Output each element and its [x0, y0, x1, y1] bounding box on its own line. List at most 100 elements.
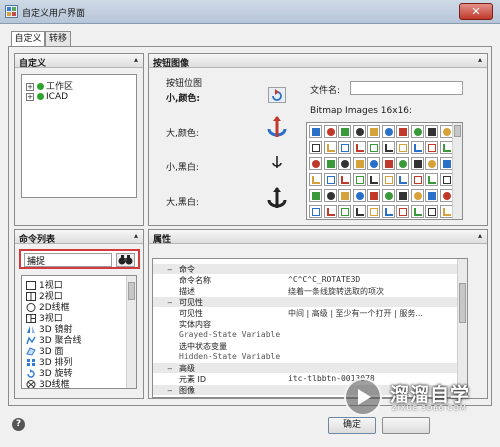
close-button[interactable]: ✕ [459, 3, 493, 20]
command-search-input[interactable] [24, 253, 112, 267]
property-row[interactable]: 命令名称 ^C^C^C_ROTATE3D [153, 275, 457, 285]
bitmap-thumbnail[interactable] [381, 141, 395, 154]
bitmap-thumbnail[interactable] [396, 189, 409, 202]
bitmap-thumbnail[interactable] [425, 205, 438, 218]
bitmap-thumbnail[interactable] [323, 189, 337, 202]
bitmap-thumbnail[interactable] [367, 157, 380, 170]
bitmap-thumbnail[interactable] [381, 189, 395, 202]
bitmap-thumbnail[interactable] [396, 125, 409, 138]
expand-icon[interactable]: + [26, 82, 34, 91]
collapse-icon[interactable]: − [167, 387, 173, 395]
list-item[interactable]: 3D 排列 [26, 355, 73, 368]
bitmap-thumbnail[interactable] [309, 205, 322, 218]
bitmap-thumbnail[interactable] [410, 173, 424, 186]
bitmap-thumbnail[interactable] [323, 125, 337, 138]
bitmap-thumbnail[interactable] [338, 157, 351, 170]
bitmap-thumbnail[interactable] [425, 141, 438, 154]
bitmap-thumbnail[interactable] [352, 173, 366, 186]
list-item[interactable]: 2视口 [26, 289, 63, 302]
list-item[interactable]: 2D线框 [26, 300, 70, 313]
list-item[interactable]: 3D线框 [26, 377, 70, 388]
bitmap-thumbnail[interactable] [410, 125, 424, 138]
collapse-icon[interactable]: − [167, 299, 173, 307]
collapse-icon[interactable]: − [167, 266, 173, 274]
search-button[interactable] [116, 253, 135, 267]
bitmap-grid-scrollbar[interactable] [452, 123, 462, 219]
category-command[interactable]: − 命令 [153, 264, 457, 274]
list-item[interactable]: 3D 面 [26, 344, 64, 357]
bitmap-thumbnail[interactable] [338, 141, 351, 154]
bitmap-thumbnail[interactable] [381, 157, 395, 170]
list-item[interactable]: 3D 聚合线 [26, 333, 82, 346]
bitmap-thumbnail[interactable] [309, 189, 322, 202]
bitmap-thumbnail[interactable] [352, 189, 366, 202]
command-list-scrollbar[interactable] [126, 276, 136, 388]
bitmap-thumbnail[interactable] [381, 125, 395, 138]
list-item[interactable]: 3D 旋转 [26, 366, 73, 379]
bitmap-thumbnail[interactable] [439, 205, 453, 218]
bitmap-thumbnail[interactable] [352, 141, 366, 154]
help-icon[interactable]: ? [12, 418, 25, 431]
bitmap-thumbnail[interactable] [338, 205, 351, 218]
scrollbar-thumb[interactable] [128, 282, 135, 300]
bitmap-thumbnail[interactable] [309, 125, 322, 138]
bitmap-thumbnail[interactable] [439, 173, 453, 186]
bitmap-thumbnail[interactable] [396, 205, 409, 218]
property-value[interactable]: 绕着一条线旋转选取的项次 [288, 286, 384, 297]
bitmap-thumbnail[interactable] [439, 141, 453, 154]
bitmap-thumbnail[interactable] [396, 157, 409, 170]
property-row[interactable]: 可见性 中间 | 高级 | 至少有一个打开 | 服务... [153, 308, 457, 318]
bitmap-thumbnail[interactable] [367, 125, 380, 138]
collapse-icon[interactable]: ▴ [478, 231, 482, 240]
bitmap-thumbnail[interactable] [338, 189, 351, 202]
bitmap-thumbnail[interactable] [425, 125, 438, 138]
small-color-preview[interactable] [268, 87, 286, 103]
bitmap-thumbnail[interactable] [309, 157, 322, 170]
bitmap-thumbnail[interactable] [410, 157, 424, 170]
bitmap-thumbnail[interactable] [410, 205, 424, 218]
property-row[interactable]: 选中状态变量 [153, 341, 457, 351]
bitmap-thumbnail[interactable] [439, 125, 453, 138]
list-item[interactable]: 1视口 [26, 278, 63, 291]
bitmap-thumbnail[interactable] [309, 141, 322, 154]
bitmap-thumbnail[interactable] [338, 173, 351, 186]
tab-transfer[interactable]: 转移 [45, 31, 71, 47]
filename-input[interactable] [350, 81, 463, 95]
property-value[interactable]: ^C^C^C_ROTATE3D [288, 275, 360, 284]
property-row[interactable]: Hidden-State Variable [153, 352, 457, 362]
bitmap-thumbnail[interactable] [323, 141, 337, 154]
tree-item-icad[interactable]: + ICAD [26, 92, 68, 104]
category-advanced[interactable]: − 高级 [153, 363, 457, 373]
bitmap-thumbnail[interactable] [367, 141, 380, 154]
expand-icon[interactable]: + [26, 92, 34, 101]
list-item[interactable]: 3视口 [26, 311, 63, 324]
category-visibility[interactable]: − 可见性 [153, 297, 457, 307]
bitmap-thumbnail[interactable] [309, 173, 322, 186]
property-value[interactable]: 中间 | 高级 | 至少有一个打开 | 服务... [288, 308, 423, 319]
bitmap-thumbnail[interactable] [396, 141, 409, 154]
tree-item-workspaces[interactable]: + 工作区 [26, 79, 73, 92]
collapse-icon[interactable]: ▴ [134, 231, 138, 240]
collapse-icon[interactable]: ▴ [134, 55, 138, 64]
property-row[interactable]: 描述 绕着一条线旋转选取的项次 [153, 286, 457, 296]
bitmap-thumbnail[interactable] [410, 141, 424, 154]
scrollbar-thumb[interactable] [454, 125, 461, 137]
list-item[interactable]: 3D 镜射 [26, 322, 73, 335]
bitmap-thumbnail[interactable] [425, 157, 438, 170]
collapse-icon[interactable]: ▴ [478, 55, 482, 64]
bitmap-thumbnail[interactable] [338, 125, 351, 138]
scrollbar-thumb[interactable] [459, 283, 466, 323]
bitmap-thumbnail[interactable] [323, 205, 337, 218]
bitmap-thumbnail[interactable] [352, 157, 366, 170]
bitmap-thumbnail[interactable] [352, 125, 366, 138]
bitmap-thumbnail[interactable] [323, 173, 337, 186]
bitmap-thumbnail[interactable] [352, 205, 366, 218]
bitmap-thumbnail[interactable] [439, 189, 453, 202]
bitmap-thumbnail[interactable] [439, 157, 453, 170]
bitmap-thumbnail[interactable] [381, 205, 395, 218]
bitmap-thumbnail[interactable] [396, 173, 409, 186]
property-row[interactable]: 实体内容 [153, 319, 457, 329]
bitmap-thumbnail[interactable] [367, 205, 380, 218]
bitmap-thumbnail[interactable] [323, 157, 337, 170]
bitmap-thumbnail[interactable] [425, 189, 438, 202]
